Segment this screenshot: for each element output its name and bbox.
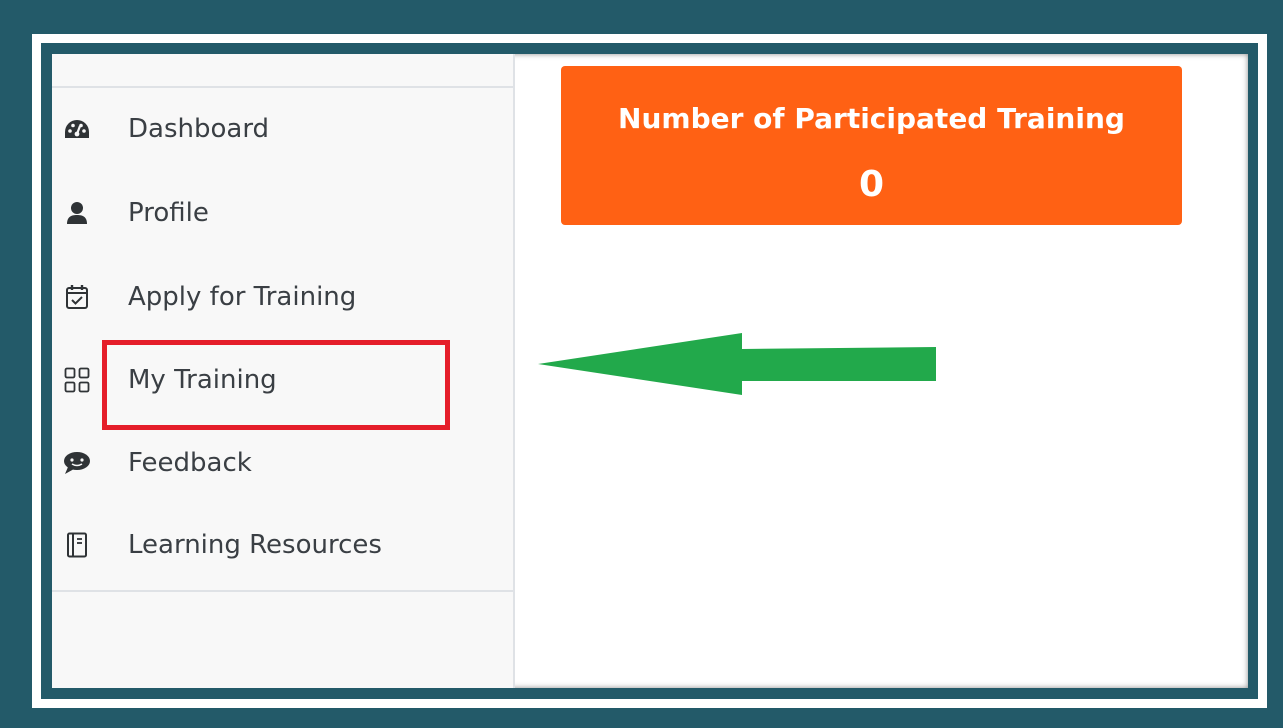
book-icon <box>63 531 91 559</box>
participated-training-card: Number of Participated Training 0 <box>561 66 1182 225</box>
app-screen: Dashboard Profile Apply for Training My … <box>52 54 1248 688</box>
sidebar-item-learning-resources[interactable]: Learning Resources <box>52 515 513 575</box>
sidebar-item-label: Feedback <box>128 448 252 478</box>
sidebar-divider-top <box>52 86 513 88</box>
sidebar-item-dashboard[interactable]: Dashboard <box>52 99 513 159</box>
sidebar-item-feedback[interactable]: Feedback <box>52 433 513 493</box>
calendar-check-icon <box>63 283 91 311</box>
sidebar-divider-bottom <box>52 590 513 592</box>
card-title: Number of Participated Training <box>618 102 1125 135</box>
sidebar-item-label: Learning Resources <box>128 530 382 560</box>
chat-bubble-icon <box>63 449 91 477</box>
highlight-box <box>102 340 450 430</box>
card-value: 0 <box>858 164 885 205</box>
sidebar-item-label: Apply for Training <box>128 282 357 312</box>
sidebar-item-label: Dashboard <box>128 114 270 144</box>
sidebar-item-apply-for-training[interactable]: Apply for Training <box>52 267 513 327</box>
grid-icon <box>63 366 91 394</box>
sidebar-item-profile[interactable]: Profile <box>52 183 513 243</box>
sidebar-item-label: Profile <box>128 198 209 228</box>
green-arrow-icon <box>538 333 936 395</box>
user-icon <box>63 199 91 227</box>
dashboard-icon <box>63 115 91 143</box>
